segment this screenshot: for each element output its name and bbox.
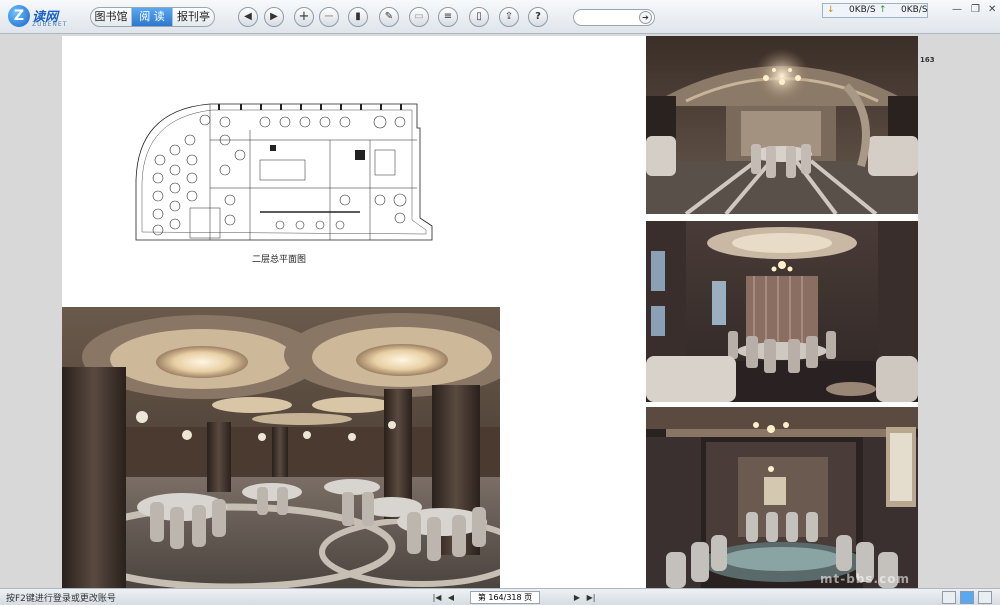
prev-page-small-icon[interactable]: ◀ <box>444 592 458 604</box>
minimize-icon[interactable]: — <box>952 4 962 15</box>
speed-indicator: ↓ 0KB/S ↑ 0KB/S <box>822 3 928 18</box>
help-button[interactable]: ? <box>528 7 548 27</box>
vip-room-photo <box>646 407 918 588</box>
upload-speed: 0KB/S <box>901 5 928 15</box>
upload-arrow-icon: ↑ <box>879 5 887 15</box>
next-page-small-icon[interactable]: ▶ <box>570 592 584 604</box>
last-page-icon[interactable]: ▶| <box>584 592 598 604</box>
list-icon: ≡ <box>443 11 453 22</box>
list-button[interactable]: ≡ <box>438 7 458 27</box>
plan-caption: 二层总平面图 <box>252 255 307 265</box>
double-page-view-icon[interactable] <box>960 591 974 604</box>
zoom-in-button[interactable]: + <box>294 7 314 27</box>
search-input[interactable]: ➔ <box>573 9 655 26</box>
prev-page-button[interactable]: ◀ <box>238 7 258 27</box>
zoom-out-button[interactable]: − <box>319 7 339 27</box>
nav-tabs: 图书馆 阅 读 报刊亭 <box>90 7 215 27</box>
status-bar: 按F2键进行登录或更改账号 |◀ ◀ 第 164/318 页 ▶ ▶| <box>0 588 1000 605</box>
edit-button[interactable]: ✎ <box>379 7 399 27</box>
single-page-view-icon[interactable] <box>942 591 956 604</box>
help-icon: ? <box>535 11 541 22</box>
dining-hall-photo <box>62 307 500 588</box>
search-go-icon[interactable]: ➔ <box>639 11 652 24</box>
left-gutter <box>0 36 62 588</box>
next-page-button[interactable]: ▶ <box>264 7 284 27</box>
print-button[interactable]: ▭ <box>409 7 429 27</box>
download-arrow-icon: ↓ <box>827 5 835 15</box>
book-icon: ▯ <box>476 11 482 22</box>
login-hint: 按F2键进行登录或更改账号 <box>6 594 116 604</box>
app-logo: Z 读网 ZUBENET <box>8 5 72 29</box>
toolbar: Z 读网 ZUBENET 图书馆 阅 读 报刊亭 ◀ ▶ + − ▮ ✎ ▭ ≡… <box>0 0 1000 34</box>
close-icon[interactable]: ✕ <box>988 4 996 15</box>
share-button[interactable]: ⇪ <box>499 7 519 27</box>
floor-plan-drawing <box>130 100 435 245</box>
print-icon: ▭ <box>414 11 424 22</box>
private-room-photo <box>646 221 918 402</box>
share-icon: ⇪ <box>504 11 514 22</box>
watermark: mt-bbs.com <box>820 572 910 586</box>
next-page-icon: ▶ <box>270 11 278 22</box>
page-number: 163 <box>920 56 935 64</box>
page-indicator[interactable]: 第 164/318 页 <box>470 591 540 604</box>
bookmark-button[interactable]: ▮ <box>348 7 368 27</box>
logo-subtitle: ZUBENET <box>32 21 68 28</box>
prev-page-icon: ◀ <box>244 11 252 22</box>
fit-view-icon[interactable] <box>978 591 992 604</box>
corridor-dining-photo <box>646 36 918 214</box>
first-page-icon[interactable]: |◀ <box>430 592 444 604</box>
edit-icon: ✎ <box>384 11 394 22</box>
pager: |◀ ◀ 第 164/318 页 ▶ ▶| <box>430 591 598 604</box>
tab-library[interactable]: 图书馆 <box>91 8 132 26</box>
download-speed: 0KB/S <box>849 5 876 15</box>
book-button[interactable]: ▯ <box>469 7 489 27</box>
logo-mark: Z <box>8 5 30 27</box>
restore-icon[interactable]: ❐ <box>971 4 980 15</box>
zoom-out-icon: − <box>323 9 335 24</box>
tab-newsstand[interactable]: 报刊亭 <box>173 8 214 26</box>
bookmark-icon: ▮ <box>355 11 361 22</box>
tab-read[interactable]: 阅 读 <box>132 8 173 26</box>
zoom-in-icon: + <box>298 9 310 24</box>
